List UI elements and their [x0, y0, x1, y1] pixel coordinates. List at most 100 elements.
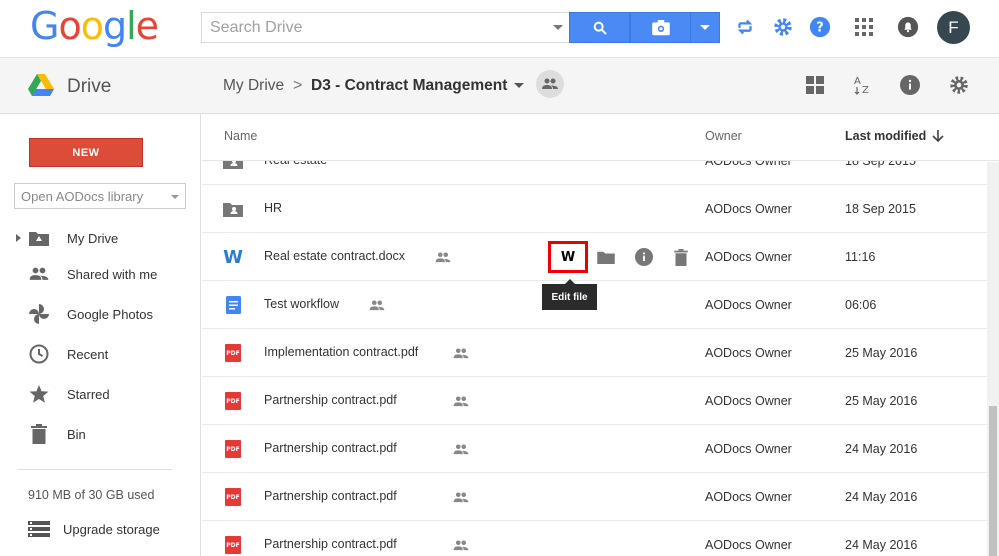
library-select-placeholder: Open AODocs library	[21, 189, 144, 204]
breadcrumb-root[interactable]: My Drive	[223, 77, 284, 95]
new-button[interactable]: NEW	[29, 138, 143, 167]
file-last-modified: 24 May 2016	[845, 442, 918, 456]
folder-share-button[interactable]	[536, 70, 564, 98]
breadcrumb-separator: >	[293, 77, 303, 94]
people-icon	[28, 263, 50, 285]
pdf-badge: PDF	[225, 488, 241, 506]
clock-icon	[28, 343, 50, 365]
column-header-name[interactable]: Name	[224, 129, 257, 143]
file-name[interactable]: Real estate contract.docx	[264, 249, 405, 263]
sync-button[interactable]	[732, 14, 758, 40]
file-name[interactable]: Partnership contract.pdf	[264, 537, 397, 551]
notifications-button[interactable]	[895, 14, 921, 40]
settings-button[interactable]	[770, 14, 796, 40]
details-button[interactable]	[899, 74, 921, 96]
file-owner: AODocs Owner	[705, 394, 792, 408]
top-bar: Google ? F	[0, 0, 999, 58]
google-doc-icon	[223, 295, 243, 315]
search-options-caret-icon[interactable]	[553, 25, 563, 30]
edit-file-tooltip: Edit file	[542, 279, 597, 310]
file-owner: AODocs Owner	[705, 202, 792, 216]
edit-file-button[interactable]: W	[548, 241, 588, 273]
file-last-modified: 06:06	[845, 298, 877, 312]
drive-settings-button[interactable]	[948, 74, 970, 96]
table-row[interactable]: PDF Partnership contract.pdf AODocs Owner 2…	[202, 473, 987, 521]
logo-letter: G	[30, 4, 59, 48]
sidebar: NEW Open AODocs library My Drive Shared …	[0, 114, 201, 556]
file-name[interactable]: Implementation contract.pdf	[264, 345, 418, 359]
sidebar-item-bin[interactable]: Bin	[0, 418, 200, 450]
file-owner: AODocs Owner	[705, 538, 792, 552]
search-icon	[593, 21, 607, 35]
file-name[interactable]: HR	[264, 201, 282, 215]
folder-menu-caret-icon[interactable]	[514, 83, 524, 88]
shared-people-icon	[453, 394, 469, 408]
sort-arrow-down-icon[interactable]	[932, 129, 944, 143]
file-list-header: Name Owner Last modified	[202, 114, 999, 161]
sidebar-item-label: My Drive	[67, 230, 119, 246]
logo-letter: o	[80, 4, 104, 48]
file-owner: AODocs Owner	[705, 490, 792, 504]
pdf-badge: PDF	[225, 344, 241, 362]
apps-button[interactable]	[851, 14, 877, 40]
logo-letter: g	[102, 4, 127, 48]
grid-view-button[interactable]	[804, 74, 826, 96]
account-avatar[interactable]: F	[937, 11, 970, 44]
sidebar-item-google-photos[interactable]: Google Photos	[0, 298, 200, 330]
pdf-badge: PDF	[225, 440, 241, 458]
file-info-button[interactable]	[634, 247, 654, 267]
pdf-file-icon: PDF	[223, 535, 243, 555]
file-name[interactable]: Partnership contract.pdf	[264, 393, 397, 407]
table-row[interactable]: PDF Partnership contract.pdf AODocs Owner 2…	[202, 521, 987, 556]
table-row[interactable]: PDF Partnership contract.pdf AODocs Owner 2…	[202, 425, 987, 473]
delete-file-button[interactable]	[671, 247, 691, 267]
bin-icon	[674, 248, 688, 266]
file-list-scrollbar[interactable]	[987, 162, 999, 556]
sort-button[interactable]: AZ	[852, 74, 874, 96]
search-button[interactable]	[569, 12, 630, 43]
scrollbar-thumb[interactable]	[989, 406, 997, 556]
sidebar-item-starred[interactable]: Starred	[0, 378, 200, 410]
app-name[interactable]: Drive	[67, 76, 111, 98]
sidebar-item-recent[interactable]: Recent	[0, 338, 200, 370]
file-name[interactable]: Test workflow	[264, 297, 339, 311]
drive-logo-icon	[28, 74, 54, 96]
pdf-file-icon: PDF	[223, 391, 243, 411]
apps-grid-icon	[855, 18, 873, 36]
search-dropdown-button[interactable]	[690, 12, 720, 43]
library-select[interactable]: Open AODocs library	[14, 183, 186, 209]
open-folder-button[interactable]	[596, 247, 616, 267]
table-row[interactable]: HR AODocs Owner 18 Sep 2015	[202, 185, 987, 233]
search-box[interactable]	[201, 12, 570, 43]
svg-text:?: ?	[816, 21, 823, 36]
column-header-owner[interactable]: Owner	[705, 129, 742, 143]
shared-people-icon	[453, 538, 469, 552]
table-row[interactable]: PDF Implementation contract.pdf AODocs Own…	[202, 329, 987, 377]
file-name[interactable]: Partnership contract.pdf	[264, 489, 397, 503]
logo-letter: l	[126, 4, 137, 48]
edit-word-icon: W	[560, 249, 576, 265]
logo-letter: e	[135, 4, 159, 48]
info-icon	[900, 75, 920, 95]
file-last-modified: 25 May 2016	[845, 394, 918, 408]
visual-search-button[interactable]	[630, 12, 691, 43]
pdf-file-icon: PDF	[223, 487, 243, 507]
table-row[interactable]: PDF Partnership contract.pdf AODocs Owner 2…	[202, 377, 987, 425]
column-header-last-modified[interactable]: Last modified	[845, 129, 926, 143]
google-logo[interactable]: Google	[30, 4, 159, 48]
breadcrumb-current[interactable]: D3 - Contract Management	[311, 77, 507, 95]
table-row[interactable]: W Real estate contract.docx AODocs Owner 11…	[202, 233, 987, 281]
pdf-file-icon: PDF	[223, 343, 243, 363]
chevron-down-icon	[700, 25, 710, 30]
pinwheel-icon	[28, 303, 50, 325]
shared-people-icon	[369, 298, 385, 312]
storage-usage: 910 MB of 30 GB used	[28, 488, 155, 502]
sidebar-item-my-drive[interactable]: My Drive	[0, 222, 200, 254]
upgrade-storage-link[interactable]: Upgrade storage	[28, 518, 198, 540]
file-last-modified: 24 May 2016	[845, 538, 918, 552]
file-name[interactable]: Partnership contract.pdf	[264, 441, 397, 455]
help-button[interactable]: ?	[807, 14, 833, 40]
search-input[interactable]	[202, 13, 542, 42]
sidebar-item-shared-with-me[interactable]: Shared with me	[0, 258, 200, 290]
expand-arrow-icon[interactable]	[16, 234, 21, 242]
